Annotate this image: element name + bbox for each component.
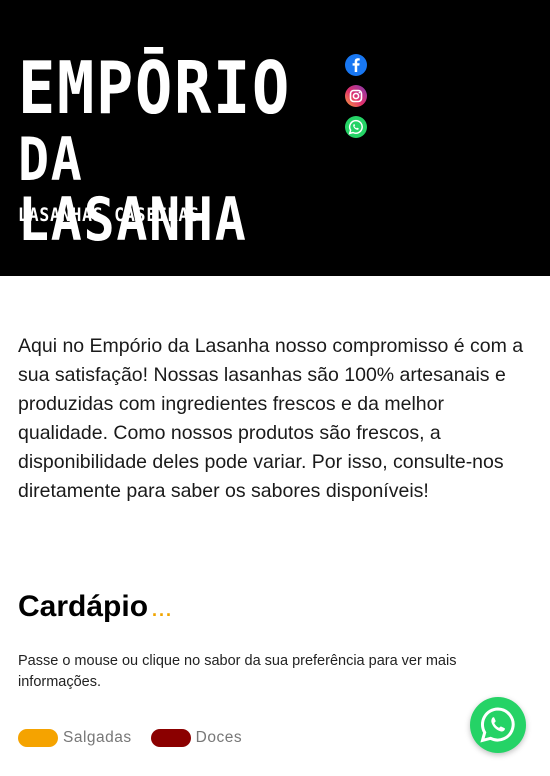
menu-instruction: Passe o mouse ou clique no sabor da sua … — [18, 653, 457, 690]
facebook-icon[interactable] — [345, 54, 367, 76]
social-links — [345, 54, 367, 147]
category-legend: Salgadas Doces — [18, 729, 261, 747]
logo[interactable]: EMPŌRIO DA LASANHA LASANHAS CASEIRAS — [18, 52, 318, 250]
legend-label-salgadas: Salgadas — [63, 729, 132, 746]
whatsapp-icon[interactable] — [345, 116, 367, 138]
logo-tagline: LASANHAS CASEIRAS — [18, 204, 200, 226]
legend-label-doces: Doces — [195, 729, 243, 746]
site-header: EMPŌRIO DA LASANHA LASANHAS CASEIRAS — [0, 0, 550, 276]
title-dots: ... — [152, 600, 174, 620]
whatsapp-float-button[interactable] — [470, 697, 526, 753]
menu-title: Cardápio... — [18, 590, 173, 624]
logo-title-line1: EMPŌRIO — [18, 46, 291, 130]
logo-title-line2: DA LASANHA — [18, 125, 248, 255]
legend-doces[interactable]: Doces — [150, 729, 243, 747]
whatsapp-icon — [480, 707, 515, 743]
instagram-icon[interactable] — [345, 85, 367, 107]
legend-salgadas[interactable]: Salgadas — [18, 729, 132, 747]
doces-swatch — [150, 729, 191, 747]
salgadas-swatch — [18, 729, 58, 747]
menu-title-text: Cardápio — [18, 590, 149, 623]
intro-text: Aqui no Empório da Lasanha nosso comprom… — [18, 335, 524, 502]
